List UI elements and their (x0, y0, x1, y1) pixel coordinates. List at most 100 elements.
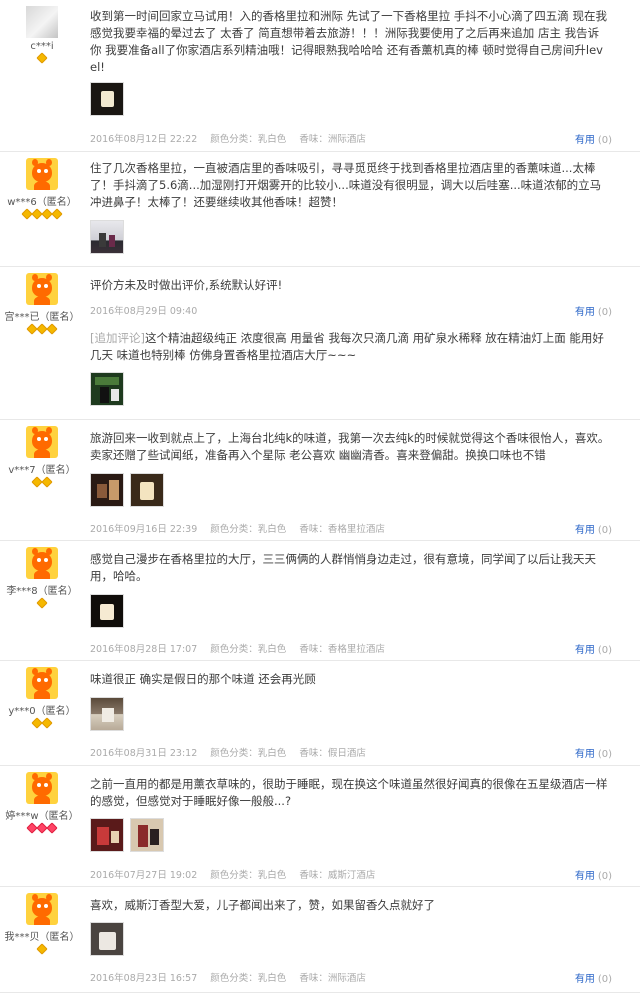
review-date: 2016年07月27日 19:02 (90, 870, 198, 881)
credit-badges (0, 943, 84, 955)
append-label: [追加评论] (90, 331, 145, 345)
review-item: v***7（匿名） 旅游回来一收到就点上了，上海台北纯k的味道，我第一次去纯k的… (0, 420, 640, 541)
reviewer-info: 我***贝（匿名） (0, 893, 84, 955)
useful-label[interactable]: 有用 (575, 135, 595, 146)
useful-button[interactable]: 有用 (0) (575, 303, 612, 318)
review-item: 我***贝（匿名） 喜欢，威斯汀香型大爱，儿子都闻出来了，赞，如果留香久点就好了… (0, 887, 640, 993)
useful-label[interactable]: 有用 (575, 645, 595, 656)
reviewer-info: y***0（匿名） (0, 667, 84, 729)
review-images (90, 922, 130, 956)
review-item: w***6（匿名） 住了几次香格里拉，一直被酒店里的香味吸引，寻寻觅觅终于找到香… (0, 152, 640, 267)
review-text: 之前一直用的都是用薰衣草味的，很助于睡眠，现在换这个味道虽然很好闻真的很像在五星… (90, 777, 608, 808)
review-image-thumbnail[interactable] (90, 473, 124, 507)
review-item: c***i 收到第一时间回家立马试用！入的香格里拉和洲际 先试了一下香格里拉 手… (0, 0, 640, 152)
credit-badges (0, 597, 84, 609)
useful-count: (0) (597, 525, 612, 536)
review-date: 2016年08月28日 17:07 (90, 644, 198, 655)
diamond-badge-icon (36, 597, 48, 609)
review-image-thumbnail[interactable] (90, 372, 124, 406)
scent-category: 香味：洲际酒店 (299, 973, 366, 984)
review-images (90, 473, 170, 507)
review-text: 旅游回来一收到就点上了，上海台北纯k的味道，我第一次去纯k的时候就觉得这个香味很… (90, 431, 610, 462)
scent-category: 香味：香格里拉酒店 (299, 524, 385, 535)
color-category: 颜色分类：乳白色 (210, 870, 287, 881)
review-image-thumbnail[interactable] (90, 818, 124, 852)
avatar[interactable] (26, 772, 58, 804)
scent-category: 香味：假日酒店 (299, 748, 366, 759)
diamond-badge-icon (46, 323, 58, 335)
review-text: 味道很正 确实是假日的那个味道 还会再光顾 (90, 672, 316, 686)
useful-button[interactable]: 有用 (0) (575, 521, 612, 536)
appended-review: [追加评论]这个精油超级纯正 浓度很高 用量省 我每次只滴几滴 用矿泉水稀释 放… (90, 330, 610, 364)
credit-badges (0, 208, 84, 220)
reviewer-info: c***i (0, 6, 84, 64)
diamond-badge-icon (41, 717, 53, 729)
review-images (90, 372, 130, 406)
credit-badges (0, 717, 84, 729)
useful-count: (0) (597, 307, 612, 318)
review-images (90, 220, 130, 254)
review-date: 2016年08月29日 09:40 (90, 306, 198, 317)
avatar[interactable] (26, 273, 58, 305)
avatar[interactable] (26, 667, 58, 699)
avatar[interactable] (26, 893, 58, 925)
useful-label[interactable]: 有用 (575, 525, 595, 536)
reviewer-info: v***7（匿名） (0, 426, 84, 488)
reviewer-info: 李***8（匿名） (0, 547, 84, 609)
useful-label[interactable]: 有用 (575, 974, 595, 985)
color-category: 颜色分类：乳白色 (210, 524, 287, 535)
review-item: 婷***w（匿名） 之前一直用的都是用薰衣草味的，很助于睡眠，现在换这个味道虽然… (0, 766, 640, 887)
avatar[interactable] (26, 547, 58, 579)
review-image-thumbnail[interactable] (130, 818, 164, 852)
useful-button[interactable]: 有用 (0) (575, 867, 612, 882)
avatar[interactable] (26, 426, 58, 458)
useful-button[interactable]: 有用 (0) (575, 641, 612, 656)
color-category: 颜色分类：乳白色 (210, 134, 287, 145)
useful-count: (0) (597, 749, 612, 760)
review-text: 收到第一时间回家立马试用！入的香格里拉和洲际 先试了一下香格里拉 手抖不小心滴了… (90, 9, 607, 74)
diamond-badge-icon (36, 52, 48, 64)
review-images (90, 818, 170, 852)
diamond-badge-icon (41, 476, 53, 488)
useful-button[interactable]: 有用 (0) (575, 131, 612, 146)
credit-badges (0, 323, 84, 335)
avatar[interactable] (26, 6, 58, 38)
review-date: 2016年09月16日 22:39 (90, 524, 198, 535)
useful-button[interactable]: 有用 (0) (575, 745, 612, 760)
reviewer-info: 宫***已（匿名） (0, 273, 84, 335)
color-category: 颜色分类：乳白色 (210, 644, 287, 655)
credit-badges (0, 52, 84, 64)
review-meta: 2016年08月29日 09:40 (90, 303, 207, 317)
reviewer-name: 我***贝（匿名） (4, 932, 80, 943)
review-image-thumbnail[interactable] (90, 922, 124, 956)
useful-label[interactable]: 有用 (575, 871, 595, 882)
review-meta: 2016年07月27日 19:02 颜色分类：乳白色 香味：威斯汀酒店 (90, 867, 385, 881)
avatar[interactable] (26, 158, 58, 190)
review-date: 2016年08月31日 23:12 (90, 748, 198, 759)
reviewer-name: v***7（匿名） (8, 465, 76, 476)
review-text: 喜欢，威斯汀香型大爱，儿子都闻出来了，赞，如果留香久点就好了 (90, 898, 435, 912)
useful-count: (0) (597, 974, 612, 985)
useful-label[interactable]: 有用 (575, 307, 595, 318)
useful-count: (0) (597, 135, 612, 146)
review-image-thumbnail[interactable] (90, 594, 124, 628)
reviewer-name: c***i (30, 41, 54, 52)
review-image-thumbnail[interactable] (130, 473, 164, 507)
append-text: 这个精油超级纯正 浓度很高 用量省 我每次只滴几滴 用矿泉水稀释 放在精油灯上面… (90, 331, 604, 362)
review-images (90, 82, 130, 116)
useful-label[interactable]: 有用 (575, 749, 595, 760)
scent-category: 香味：威斯汀酒店 (299, 870, 376, 881)
diamond-badge-icon (46, 822, 58, 834)
review-image-thumbnail[interactable] (90, 220, 124, 254)
diamond-badge-icon (36, 943, 48, 955)
review-image-thumbnail[interactable] (90, 82, 124, 116)
review-image-thumbnail[interactable] (90, 697, 124, 731)
credit-badges (0, 822, 84, 834)
scent-category: 香味：香格里拉酒店 (299, 644, 385, 655)
reviewer-info: 婷***w（匿名） (0, 772, 84, 834)
useful-button[interactable]: 有用 (0) (575, 970, 612, 985)
reviewer-name: 李***8（匿名） (6, 586, 78, 597)
review-text: 感觉自己漫步在香格里拉的大厅，三三俩俩的人群悄悄身边走过，很有意境，同学闻了以后… (90, 552, 596, 583)
reviewer-info: w***6（匿名） (0, 158, 84, 220)
review-item: 宫***已（匿名） 评价方未及时做出评价,系统默认好评! 2016年08月29日… (0, 267, 640, 420)
